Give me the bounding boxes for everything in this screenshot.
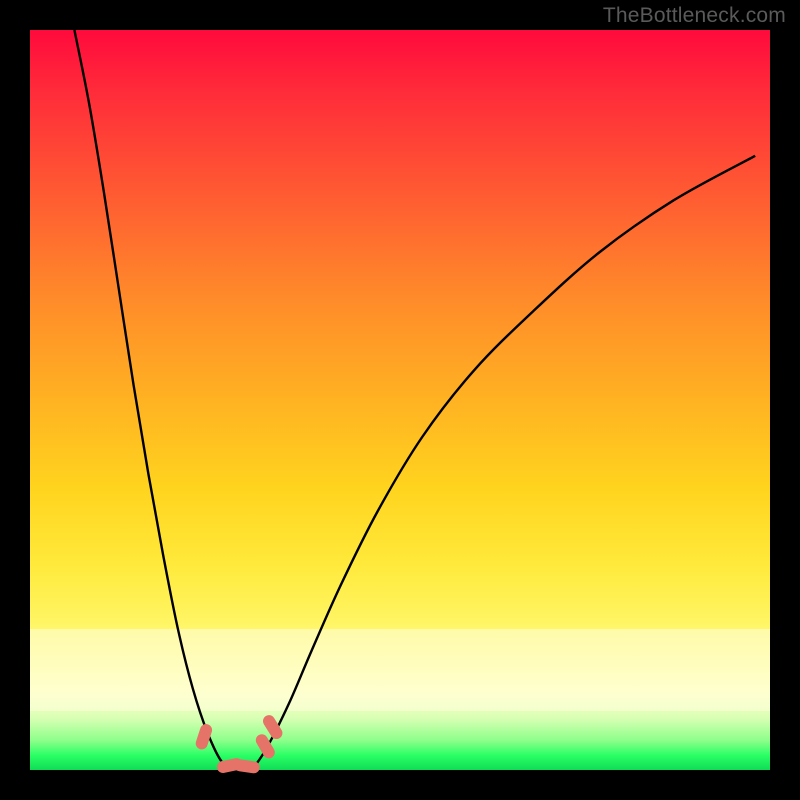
marker-1 — [194, 722, 213, 750]
watermark-text: TheBottleneck.com — [603, 4, 786, 28]
marker-3 — [233, 759, 260, 775]
curve-left-branch — [74, 30, 237, 770]
curves-svg — [30, 30, 770, 770]
curve-layer — [74, 30, 755, 770]
chart-frame: TheBottleneck.com — [0, 0, 800, 800]
curve-right-branch — [252, 156, 755, 770]
marker-layer — [194, 713, 285, 774]
